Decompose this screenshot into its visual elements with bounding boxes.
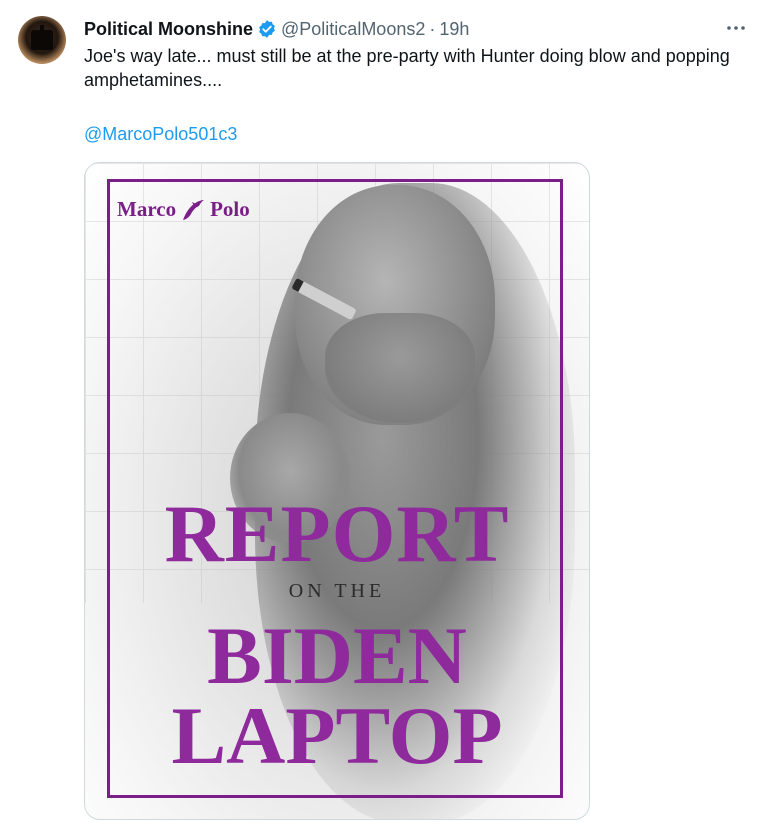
cover-title-biden: BIDEN: [207, 610, 467, 701]
author-name[interactable]: Political Moonshine: [84, 19, 253, 40]
author-handle[interactable]: @PoliticalMoons2: [281, 19, 425, 40]
separator-dot: ·: [429, 18, 436, 39]
tweet-header: Political Moonshine @PoliticalMoons2 · 1…: [84, 17, 469, 41]
dolphin-icon: [180, 198, 206, 222]
author-avatar[interactable]: [18, 16, 66, 64]
mention-link[interactable]: @MarcoPolo501c3: [84, 122, 237, 146]
tweet-timestamp[interactable]: 19h: [439, 19, 469, 40]
tweet-media-image[interactable]: Marco Polo REPORT ON THE BIDEN LAPTOP: [84, 162, 590, 820]
tweet-text: Joe's way late... must still be at the p…: [84, 46, 730, 90]
cover-title-report: REPORT: [164, 488, 510, 579]
verified-badge-icon[interactable]: [257, 19, 277, 39]
moonshine-still-icon: [31, 30, 53, 50]
more-horizontal-icon[interactable]: [725, 18, 747, 38]
brand-right: Polo: [210, 197, 250, 221]
brand-left: Marco: [117, 197, 177, 221]
cover-title-on-the: ON THE: [288, 580, 386, 602]
cover-title-laptop: LAPTOP: [171, 690, 503, 781]
cover-brand-logo: Marco Polo: [117, 197, 250, 222]
